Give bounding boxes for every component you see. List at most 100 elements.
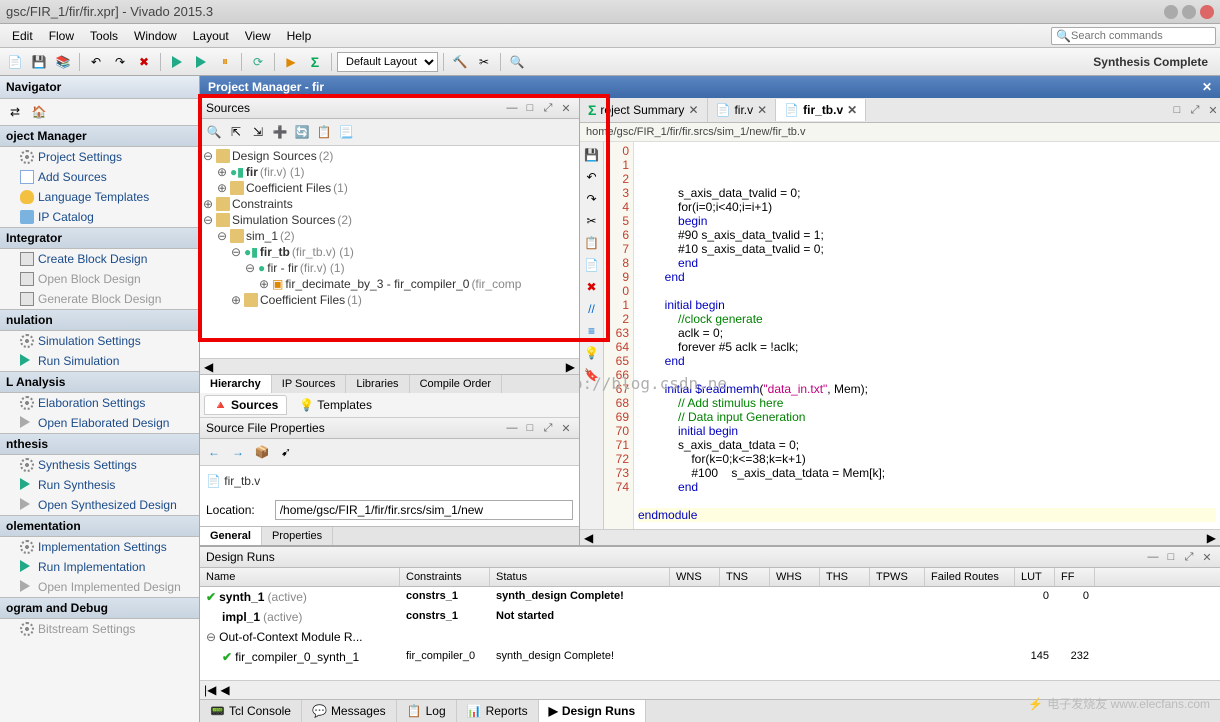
nav-open-bd[interactable]: Open Block Design [0, 269, 199, 289]
options-icon[interactable]: 📃 [336, 122, 356, 142]
nav-create-bd[interactable]: Create Block Design [0, 249, 199, 269]
table-row[interactable]: ✔ fir_compiler_0_synth_1fir_compiler_0sy… [200, 647, 1220, 667]
close-icon[interactable]: ✕ [559, 101, 573, 115]
nav-add-sources[interactable]: Add Sources [0, 167, 199, 187]
nav-run-impl[interactable]: Run Implementation [0, 557, 199, 577]
refresh-icon[interactable]: 🔄 [292, 122, 312, 142]
location-input[interactable] [275, 500, 573, 520]
redo-icon[interactable]: ↷ [109, 51, 131, 73]
tab-project-summary[interactable]: Σroject Summary✕ [580, 98, 708, 122]
minimize-button[interactable] [1164, 5, 1178, 19]
minimize-icon[interactable]: — [505, 421, 519, 435]
sources-tree[interactable]: ⊖Design Sources (2) ⊕●▮fir (fir.v) (1) ⊕… [200, 146, 579, 358]
nav-ip-catalog[interactable]: IP Catalog [0, 207, 199, 227]
tab-messages[interactable]: 💬Messages [302, 700, 397, 722]
list-icon[interactable]: ≡ [583, 322, 601, 340]
section-impl[interactable]: olementation [0, 515, 199, 537]
table-row[interactable]: ✔ synth_1 (active)constrs_1synth_design … [200, 587, 1220, 607]
bookmark-icon[interactable]: 🔖 [583, 366, 601, 384]
nav-open-impl[interactable]: Open Implemented Design [0, 577, 199, 597]
nav-syn-settings[interactable]: Synthesis Settings [0, 455, 199, 475]
restore-icon[interactable]: ⤢ [1188, 103, 1202, 117]
restore-icon[interactable]: ⤢ [541, 421, 555, 435]
close-icon[interactable]: ✕ [1206, 103, 1220, 117]
nav-open-elab[interactable]: Open Elaborated Design [0, 413, 199, 433]
subtab-templates[interactable]: 💡Templates [291, 395, 380, 415]
run-all-icon[interactable] [190, 51, 212, 73]
menu-layout[interactable]: Layout [185, 27, 237, 45]
nav-impl-settings[interactable]: Implementation Settings [0, 537, 199, 557]
tool-k-icon[interactable]: 🔨 [449, 51, 471, 73]
maximize-icon[interactable]: □ [1164, 550, 1178, 564]
tab-properties[interactable]: Properties [262, 527, 333, 545]
close-icon[interactable]: ✕ [1202, 80, 1212, 94]
maximize-icon[interactable]: □ [523, 101, 537, 115]
menu-help[interactable]: Help [279, 27, 320, 45]
save-icon[interactable]: 💾 [583, 146, 601, 164]
tab-compile-order[interactable]: Compile Order [410, 375, 503, 393]
tree-fir-tb[interactable]: ⊖●▮fir_tb (fir_tb.v) (1) [202, 244, 577, 260]
tab-tcl-console[interactable]: 📟Tcl Console [200, 700, 302, 722]
cursor-icon[interactable]: ➹ [276, 442, 296, 462]
save-all-icon[interactable]: 📚 [52, 51, 74, 73]
copy-icon[interactable]: 📋 [583, 234, 601, 252]
close-tab-icon[interactable]: ✕ [757, 103, 767, 117]
menu-view[interactable]: View [237, 27, 279, 45]
layout-select[interactable]: Default Layout [337, 52, 438, 72]
highlight-icon[interactable]: 📦 [252, 442, 272, 462]
back-icon[interactable]: ← [204, 442, 224, 462]
nav-lang-templates[interactable]: Language Templates [0, 187, 199, 207]
tab-hierarchy[interactable]: Hierarchy [200, 375, 272, 393]
tree-fir-inner[interactable]: ⊖●fir - fir (fir.v) (1) [202, 260, 577, 276]
tree-sim1[interactable]: ⊖sim_1 (2) [202, 228, 577, 244]
tab-design-runs[interactable]: ▶Design Runs [539, 700, 647, 722]
tab-general[interactable]: General [200, 527, 262, 545]
paste-icon[interactable]: 📄 [583, 256, 601, 274]
search-input[interactable] [1071, 30, 1211, 42]
section-integrator[interactable]: Integrator [0, 227, 199, 249]
menu-edit[interactable]: Edit [4, 27, 41, 45]
close-icon[interactable]: ✕ [1200, 550, 1214, 564]
section-debug[interactable]: ogram and Debug [0, 597, 199, 619]
collapse-icon[interactable]: ⇱ [226, 122, 246, 142]
minimize-icon[interactable]: — [1146, 550, 1160, 564]
menu-tools[interactable]: Tools [82, 27, 126, 45]
delete-icon[interactable]: ✖ [583, 278, 601, 296]
tree-decimate[interactable]: ⊕▣fir_decimate_by_3 - fir_compiler_0 (fi… [202, 276, 577, 292]
search-icon[interactable]: 🔍 [204, 122, 224, 142]
menu-flow[interactable]: Flow [41, 27, 82, 45]
nav-home-icon[interactable]: 🏠 [28, 101, 50, 123]
tree-coeff2[interactable]: ⊕Coefficient Files (1) [202, 292, 577, 308]
nav-run-sim[interactable]: Run Simulation [0, 351, 199, 371]
nav-run-syn[interactable]: Run Synthesis [0, 475, 199, 495]
save-icon[interactable]: 💾 [28, 51, 50, 73]
table-row[interactable]: impl_1 (active)constrs_1Not started [200, 607, 1220, 627]
undo-icon[interactable]: ↶ [85, 51, 107, 73]
forward-icon[interactable]: → [228, 442, 248, 462]
tab-fir-tb-v[interactable]: 📄fir_tb.v✕ [776, 99, 866, 121]
tree-sim-sources[interactable]: ⊖Simulation Sources (2) [202, 212, 577, 228]
nav-expand-icon[interactable]: ⇄ [4, 101, 26, 123]
nav-project-settings[interactable]: Project Settings [0, 147, 199, 167]
nav-open-syn[interactable]: Open Synthesized Design [0, 495, 199, 515]
section-project-manager[interactable]: oject Manager [0, 125, 199, 147]
search-commands[interactable]: 🔍 [1051, 27, 1216, 45]
subtab-sources[interactable]: 🔺Sources [204, 395, 287, 415]
tree-design-sources[interactable]: ⊖Design Sources (2) [202, 148, 577, 164]
maximize-button[interactable] [1182, 5, 1196, 19]
run-icon[interactable] [166, 51, 188, 73]
tool-q-icon[interactable]: 🔍 [506, 51, 528, 73]
maximize-icon[interactable]: □ [523, 421, 537, 435]
nav-bitstream[interactable]: Bitstream Settings [0, 619, 199, 639]
comment-icon[interactable]: // [583, 300, 601, 318]
close-tab-icon[interactable]: ✕ [688, 103, 698, 117]
nav-gen-bd[interactable]: Generate Block Design [0, 289, 199, 309]
tab-fir-v[interactable]: 📄fir.v✕ [708, 99, 777, 121]
section-rtl[interactable]: L Analysis [0, 371, 199, 393]
sources-scrollbar[interactable]: ◀▶ [200, 358, 579, 374]
elaborate-icon[interactable]: ▶ [280, 51, 302, 73]
restore-icon[interactable]: ⤢ [541, 101, 555, 115]
undo-icon[interactable]: ↶ [583, 168, 601, 186]
redo-icon[interactable]: ↷ [583, 190, 601, 208]
menu-window[interactable]: Window [126, 27, 185, 45]
